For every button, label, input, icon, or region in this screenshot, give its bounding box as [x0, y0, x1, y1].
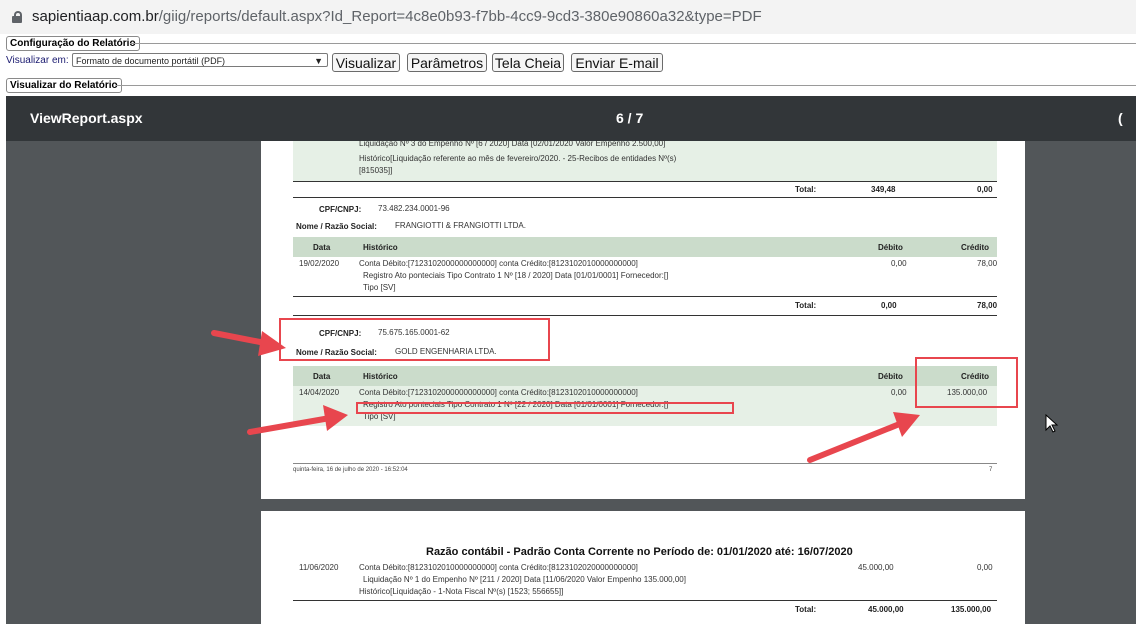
annotation-arrow-credito [807, 412, 920, 463]
annotation-arrow-registro [247, 405, 348, 435]
annotation-arrows [211, 330, 920, 463]
annotation-arrow-cpf [211, 330, 286, 356]
mouse-cursor-icon [1045, 414, 1059, 433]
